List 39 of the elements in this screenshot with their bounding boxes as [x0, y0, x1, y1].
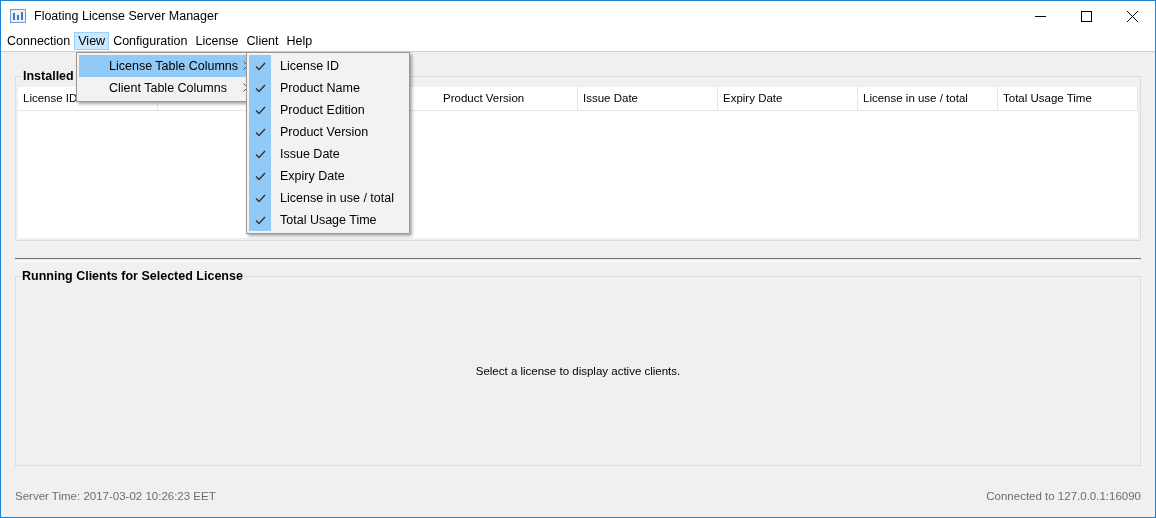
menu-entry[interactable]: Product Name [271, 81, 360, 95]
menu-item[interactable]: Connection [3, 32, 75, 50]
menu-entry[interactable]: Expiry Date [271, 169, 345, 183]
check-icon [254, 149, 266, 159]
column-header[interactable]: License in use / total [858, 87, 998, 110]
menu-item[interactable]: Client [242, 32, 283, 50]
menu-item[interactable]: View [74, 32, 110, 50]
window-title: Floating License Server Manager [34, 9, 219, 23]
menu-entry[interactable]: License Table Columns [79, 55, 249, 77]
check-icon [254, 105, 266, 115]
checkbox[interactable] [249, 209, 271, 231]
server-time: Server Time: 2017-03-02 10:26:23 EET [15, 490, 216, 502]
empty-message: Select a license to display active clients. [475, 365, 681, 377]
menu-entry[interactable]: Product Edition [271, 103, 365, 117]
checkbox[interactable] [249, 55, 271, 77]
panel-title: Installed [21, 69, 76, 83]
menu-entry[interactable]: Product Version [271, 125, 369, 139]
menu-entry[interactable]: Total Usage Time [271, 213, 377, 227]
menu-item[interactable]: Help [282, 32, 317, 50]
connection-status: Connected to 127.0.0.1:16090 [986, 490, 1141, 502]
check-icon [254, 171, 266, 181]
panel-title: Running Clients for Selected License [21, 269, 244, 283]
column-header[interactable]: Issue Date [578, 87, 718, 110]
check-icon [254, 127, 266, 137]
column-header[interactable]: Product Version [438, 87, 578, 110]
menu-entry[interactable]: License in use / total [271, 191, 394, 205]
column-header[interactable]: Expiry Date [718, 87, 858, 110]
maximize-icon[interactable] [1080, 10, 1092, 22]
menu-item[interactable]: Configuration [109, 32, 192, 50]
menu-entry[interactable]: Issue Date [271, 147, 340, 161]
column-header[interactable]: Total Usage Time [998, 87, 1138, 110]
check-icon [254, 215, 266, 225]
check-icon [254, 83, 266, 93]
menu-entry[interactable]: License ID [271, 59, 340, 73]
check-icon [254, 61, 266, 71]
menu-item[interactable]: License [191, 32, 243, 50]
close-icon[interactable] [1126, 10, 1138, 22]
check-icon [254, 193, 266, 203]
app-icon [10, 8, 26, 24]
